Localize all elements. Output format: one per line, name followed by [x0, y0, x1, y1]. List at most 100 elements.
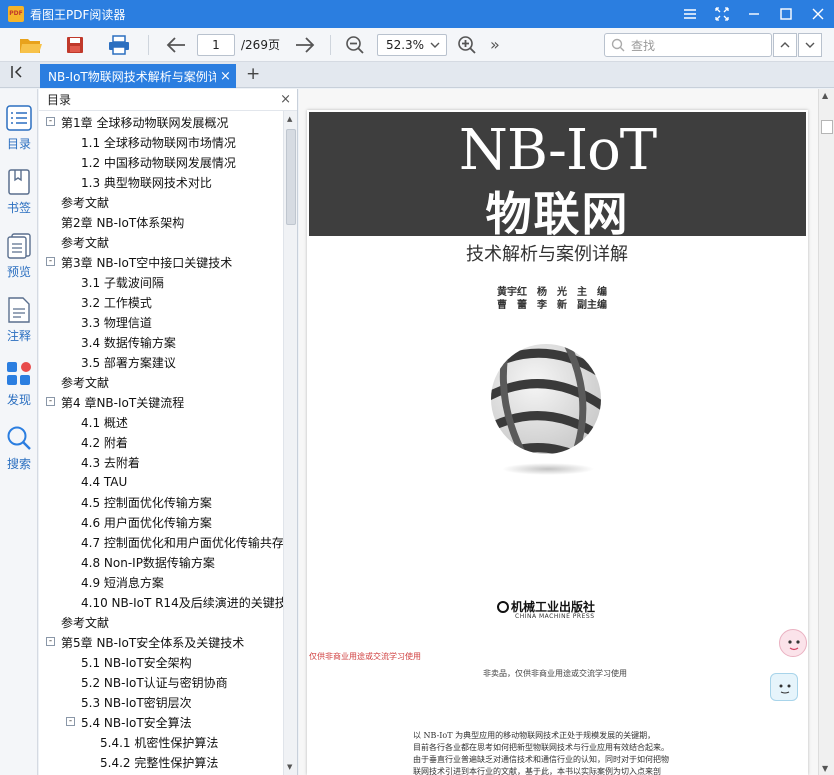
toc-item-label: 4.1 概述	[81, 415, 128, 430]
toc-item[interactable]: 1.3 典型物联网技术对比	[39, 172, 283, 192]
zoom-out-icon[interactable]	[343, 28, 367, 62]
toc-item[interactable]: - 第3章 NB-IoT空中接口关键技术	[39, 252, 283, 272]
toc-item[interactable]: 4.8 Non-IP数据传输方案	[39, 552, 283, 572]
scroll-down-icon[interactable]: ▼	[822, 764, 828, 773]
blurb-line: 由于垂直行业普遍缺乏对通信技术和通信行业的认知，同时对于如何把物	[413, 755, 669, 764]
cover-subtitle: 技术解析与案例详解	[466, 244, 628, 265]
toc-panel: 目录 × - 第1章 全球移动物联网发展概况 1.1 全球移动物联网市场情况 1.2 …	[39, 89, 298, 775]
chevron-up-icon	[780, 42, 790, 48]
search-placeholder: 查找	[631, 38, 656, 53]
toc-item[interactable]: - 第5章 NB-IoT安全体系及关键技术	[39, 632, 283, 652]
toc-item-label: 5.1 NB-IoT安全架构	[81, 655, 192, 670]
sidebar-item-discover[interactable]: 发现	[0, 359, 38, 408]
scroll-up-icon[interactable]: ▲	[822, 91, 828, 100]
toc-item[interactable]: 1.2 中国移动物联网发展情况	[39, 152, 283, 172]
toc-item[interactable]: -5.4 NB-IoT安全算法	[39, 712, 283, 732]
collapse-toggle-icon[interactable]: -	[66, 717, 75, 726]
toc-item-label: 5.3 NB-IoT密钥层次	[81, 695, 192, 710]
tab-document[interactable]: NB-IoT物联网技术解析与案例详解 ×	[40, 64, 236, 88]
toc-item-label: 4.4 TAU	[81, 475, 128, 489]
floating-assistant-icon[interactable]	[770, 673, 798, 701]
maximize-icon[interactable]	[770, 0, 802, 28]
toc-item[interactable]: 4.2 附着	[39, 432, 283, 452]
save-icon[interactable]	[60, 28, 90, 62]
zoom-select[interactable]: 52.3%	[376, 33, 447, 56]
toc-item[interactable]: 参考文献	[39, 232, 283, 252]
tab-label: NB-IoT物联网技术解析与案例详解	[48, 69, 216, 84]
toc-item-label: 4.10 NB-IoT R14及后续演进的关键技	[81, 595, 283, 610]
toc-item-label: 4.2 附着	[81, 435, 128, 450]
fullscreen-icon[interactable]	[706, 0, 738, 28]
toc-item-label: 参考文献	[61, 235, 110, 250]
collapse-toggle-icon[interactable]: -	[46, 637, 55, 646]
toc-item[interactable]: 参考文献	[39, 612, 283, 632]
toc-item[interactable]: - 第4 章NB-IoT关键流程	[39, 392, 283, 412]
collapse-sidebar-icon[interactable]	[10, 65, 24, 83]
sidebar-item-search[interactable]: 搜索	[0, 423, 38, 472]
sidebar-label-search: 搜索	[6, 457, 31, 471]
toc-item-label: 5.2 NB-IoT认证与密钥协商	[81, 675, 228, 690]
collapse-toggle-icon[interactable]: -	[46, 257, 55, 266]
toc-item[interactable]: 3.5 部署方案建议	[39, 352, 283, 372]
viewer-scroll-thumb[interactable]	[821, 120, 833, 134]
search-input[interactable]: 查找	[604, 33, 772, 57]
tab-close-icon[interactable]: ×	[220, 69, 231, 84]
toc-item[interactable]: 3.2 工作模式	[39, 292, 283, 312]
toc-scrollbar[interactable]: ▲ ▼	[283, 111, 297, 775]
toc-item-label: 3.5 部署方案建议	[81, 355, 176, 370]
open-folder-icon[interactable]	[16, 28, 46, 62]
sidebar-item-toc[interactable]: 目录	[0, 103, 38, 152]
toc-scroll-thumb[interactable]	[286, 129, 296, 225]
sidebar-item-preview[interactable]: 预览	[0, 231, 38, 280]
search-next-button[interactable]	[798, 33, 822, 57]
sidebar-label-annotation: 注释	[6, 329, 31, 343]
minimize-icon[interactable]	[738, 0, 770, 28]
toc-item[interactable]: 3.4 数据传输方案	[39, 332, 283, 352]
toc-item[interactable]: 3.3 物理信道	[39, 312, 283, 332]
page-number-input[interactable]: 1	[197, 33, 235, 56]
next-page-icon[interactable]	[292, 28, 318, 62]
toc-item-label: 3.2 工作模式	[81, 295, 152, 310]
toc-item[interactable]: 4.1 概述	[39, 412, 283, 432]
collapse-toggle-icon[interactable]: -	[46, 117, 55, 126]
toc-item[interactable]: - 第1章 全球移动物联网发展概况	[39, 112, 283, 132]
search-prev-button[interactable]	[773, 33, 797, 57]
toc-item[interactable]: 5.4.1 机密性保护算法	[39, 732, 283, 752]
add-tab-icon[interactable]: +	[246, 64, 260, 84]
blurb-line: 目前各行各业都在思考如何把新型物联网技术与行业应用有效结合起来。	[413, 743, 669, 752]
toc-item[interactable]: 4.10 NB-IoT R14及后续演进的关键技	[39, 592, 283, 612]
sidebar-item-annotation[interactable]: 注释	[0, 295, 38, 344]
scroll-down-icon[interactable]: ▼	[287, 763, 292, 771]
toc-item[interactable]: 5.3 NB-IoT密钥层次	[39, 692, 283, 712]
close-window-icon[interactable]	[802, 0, 834, 28]
toc-item[interactable]: 4.6 用户面优化传输方案	[39, 512, 283, 532]
toc-item[interactable]: 5.4.2 完整性保护算法	[39, 752, 283, 772]
more-tools-button[interactable]: »	[485, 28, 505, 62]
toc-item[interactable]: 5.1 NB-IoT安全架构	[39, 652, 283, 672]
toc-item[interactable]: 参考文献	[39, 372, 283, 392]
toc-item[interactable]: 1.1 全球移动物联网市场情况	[39, 132, 283, 152]
toc-item[interactable]: 第2章 NB-IoT体系架构	[39, 212, 283, 232]
toc-item[interactable]: 4.3 去附着	[39, 452, 283, 472]
toc-item[interactable]: 4.7 控制面优化和用户面优化传输共存	[39, 532, 283, 552]
document-viewer[interactable]: NB-IoT 物联网 技术解析与案例详解 黄宇红 杨 光 主 编 曹 蕾 李 新…	[299, 89, 834, 775]
zoom-in-icon[interactable]	[455, 28, 479, 62]
toc-close-icon[interactable]: ×	[280, 92, 291, 107]
menu-icon[interactable]	[674, 0, 706, 28]
print-icon[interactable]	[104, 28, 134, 62]
toc-item-label: 第4 章NB-IoT关键流程	[61, 395, 185, 410]
window-controls	[674, 0, 834, 28]
sidebar-item-bookmark[interactable]: 书签	[0, 167, 38, 216]
collapse-toggle-icon[interactable]: -	[46, 397, 55, 406]
toc-item[interactable]: 3.1 子载波间隔	[39, 272, 283, 292]
toc-item[interactable]: 4.9 短消息方案	[39, 572, 283, 592]
viewer-scrollbar[interactable]: ▲ ▼	[818, 89, 834, 775]
toc-item[interactable]: 5.2 NB-IoT认证与密钥协商	[39, 672, 283, 692]
toc-item[interactable]: 参考文献	[39, 192, 283, 212]
scroll-up-icon[interactable]: ▲	[287, 115, 292, 123]
floating-mascot-icon[interactable]	[779, 629, 807, 657]
toc-item[interactable]: 4.4 TAU	[39, 472, 283, 492]
authors-line-2: 曹 蕾 李 新 副主编	[497, 300, 607, 311]
toc-item[interactable]: 4.5 控制面优化传输方案	[39, 492, 283, 512]
prev-page-icon[interactable]	[163, 28, 189, 62]
